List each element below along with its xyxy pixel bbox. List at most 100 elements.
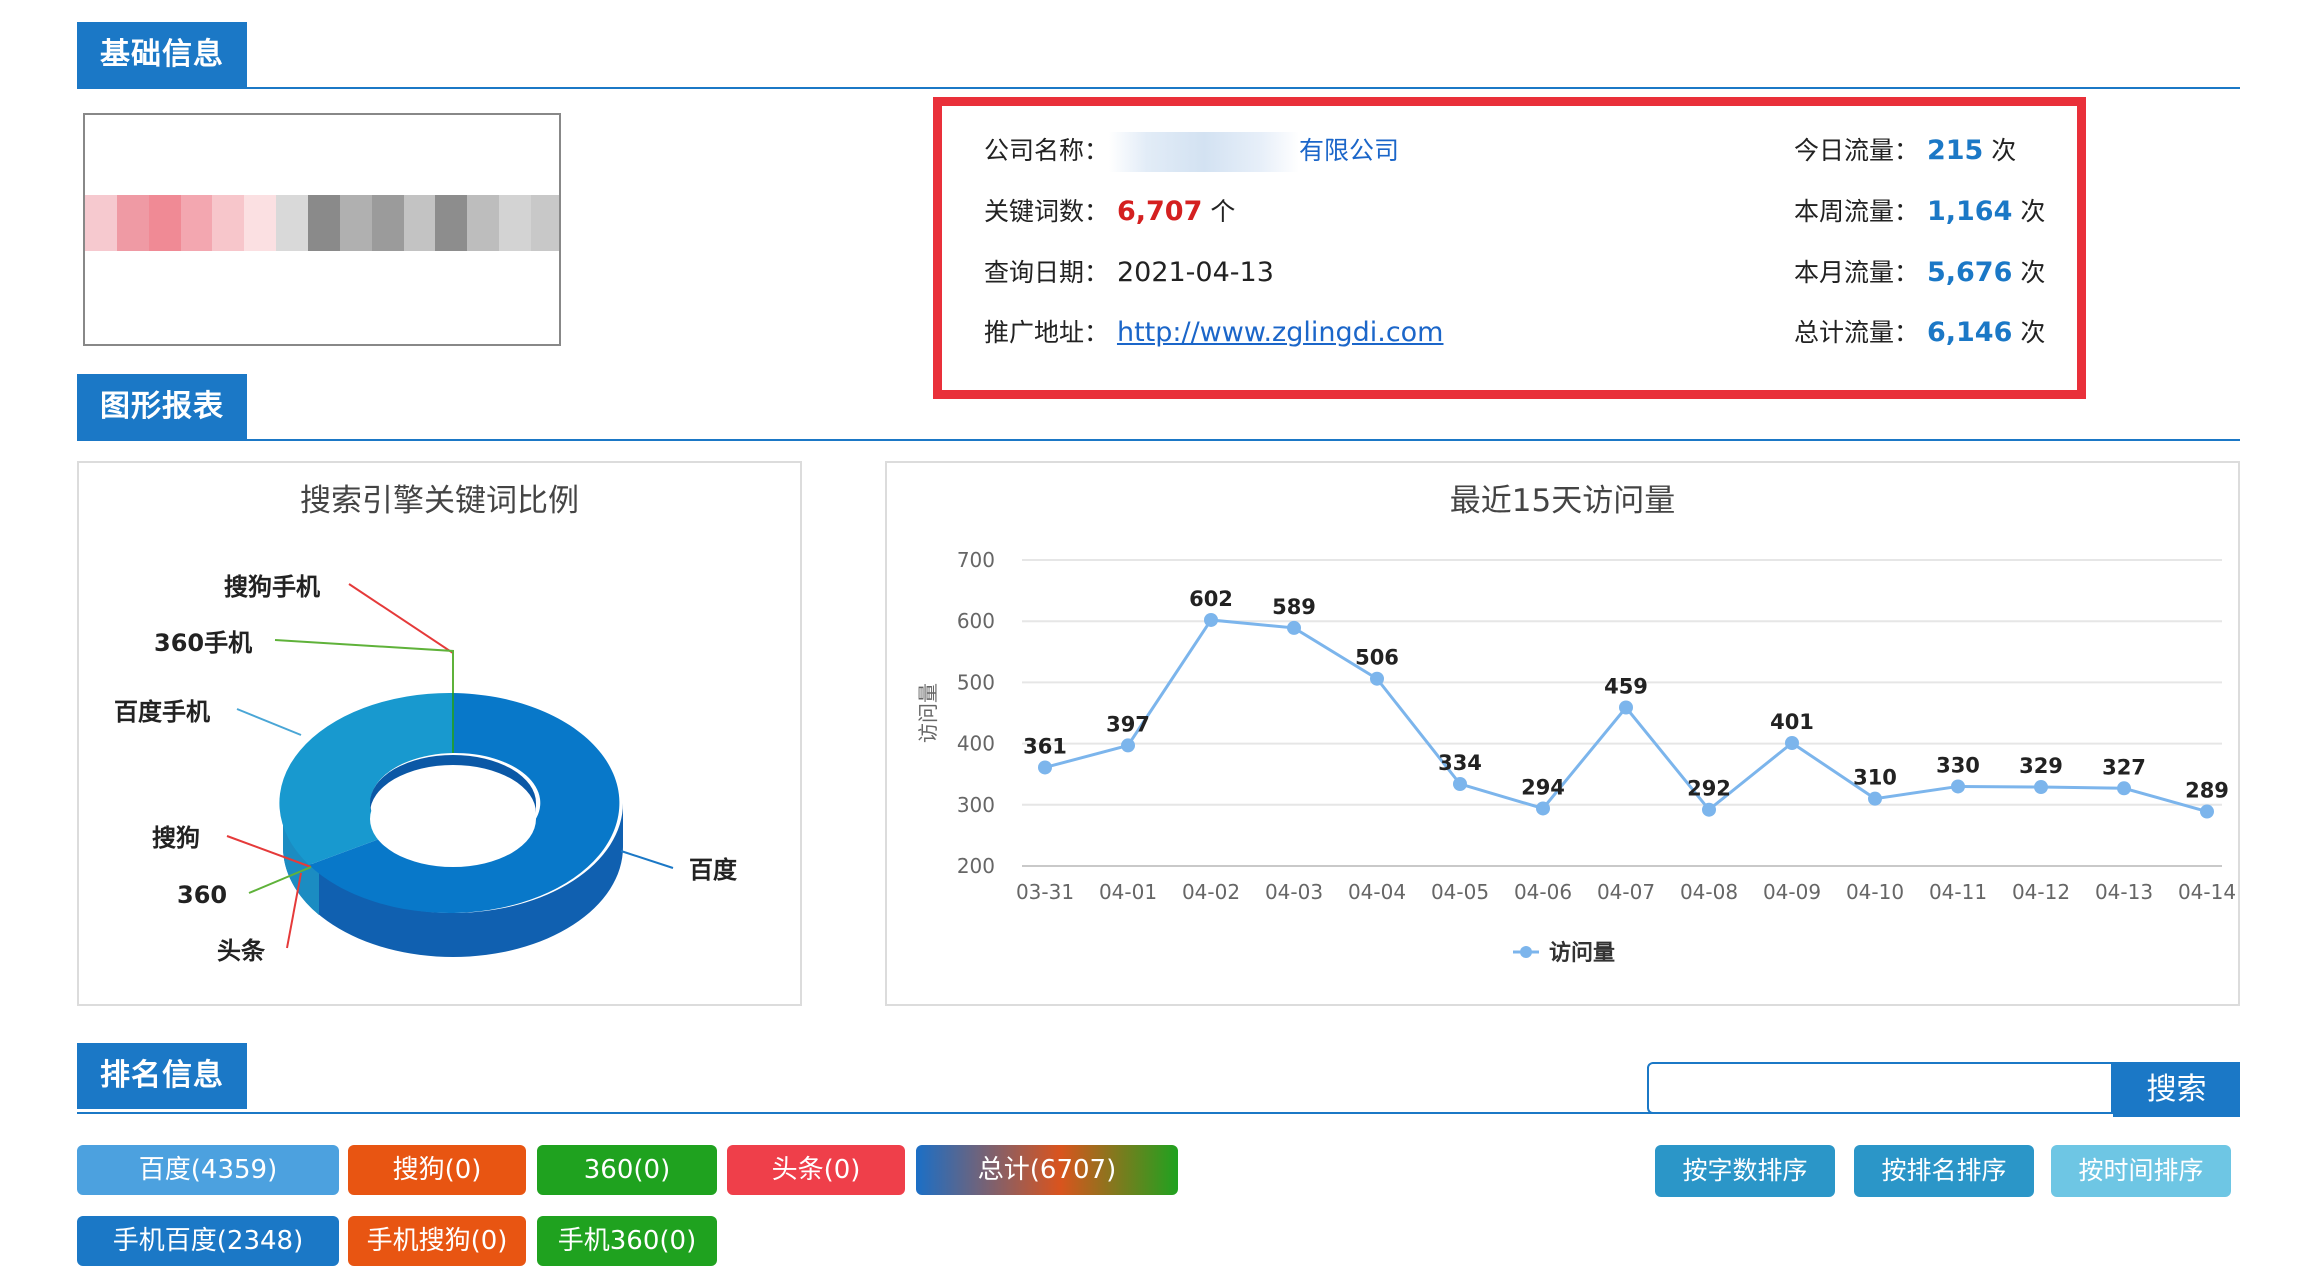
y-tick-label: 200	[957, 854, 995, 878]
data-label: 334	[1438, 751, 1482, 775]
today-traffic-value: 215	[1926, 135, 1984, 166]
pie-label-360: 360	[177, 881, 227, 909]
data-point[interactable]	[1536, 801, 1550, 816]
data-point[interactable]	[1785, 735, 1799, 750]
x-tick-label: 04-12	[2012, 880, 2070, 904]
company-name-blurred	[1109, 132, 1300, 172]
line-chart-panel: 最近15天访问量 200 300 400 500 600 700 03-31 04-01 04…	[885, 461, 2240, 1006]
x-tick-label: 04-04	[1348, 880, 1406, 904]
section-tab-basic-info: 基础信息	[77, 22, 247, 88]
data-point[interactable]	[1287, 620, 1301, 635]
filter-button-baidu-mobile[interactable]: 手机百度(2348)	[77, 1216, 339, 1266]
filter-button-baidu[interactable]: 百度(4359)	[77, 1145, 339, 1195]
data-label: 330	[1936, 753, 1980, 777]
data-point[interactable]	[1038, 760, 1052, 775]
y-tick-label: 300	[957, 793, 995, 817]
pie-label-sogou-mobile: 搜狗手机	[224, 573, 320, 601]
filter-button-toutiao[interactable]: 头条(0)	[727, 1145, 905, 1195]
x-tick-label: 04-05	[1431, 880, 1489, 904]
section-divider	[77, 439, 2240, 441]
company-name-row: 公司名称： 有限公司	[984, 131, 1399, 172]
leader-line-baidu	[620, 850, 674, 869]
month-traffic-value: 5,676	[1926, 257, 2013, 288]
filter-button-total[interactable]: 总计(6707)	[916, 1145, 1178, 1195]
month-traffic-unit: 次	[2020, 258, 2046, 287]
y-tick-label: 600	[957, 609, 995, 633]
x-tick-label: 04-11	[1929, 880, 1987, 904]
x-tick-label: 04-07	[1597, 880, 1655, 904]
data-point[interactable]	[2200, 804, 2214, 819]
section-tab-ranking: 排名信息	[77, 1043, 247, 1109]
data-point[interactable]	[1868, 791, 1882, 806]
filter-button-sogou[interactable]: 搜狗(0)	[348, 1145, 526, 1195]
today-traffic-unit: 次	[1991, 136, 2017, 165]
leader-line-360-mobile	[274, 639, 454, 693]
promo-url-row: 推广地址： http://www.zglingdi.com	[984, 313, 1444, 349]
x-tick-label: 04-02	[1182, 880, 1240, 904]
x-tick-label: 04-14	[2178, 880, 2236, 904]
keyword-count-value: 6,707	[1116, 196, 1203, 227]
month-traffic-label: 本月流量：	[1794, 258, 1920, 287]
y-tick-label: 500	[957, 670, 995, 694]
pie-chart-panel: 搜索引擎关键词比例 搜狗手机 360手机 百度手机 搜狗 360 头条 百度	[77, 461, 802, 1006]
logo-blurred-image	[85, 195, 559, 251]
total-traffic-unit: 次	[2020, 318, 2046, 347]
x-tick-label: 04-10	[1846, 880, 1904, 904]
x-tick-label: 03-31	[1016, 880, 1074, 904]
pie-label-baidu-mobile: 百度手机	[114, 698, 210, 726]
legend-marker	[1520, 946, 1532, 958]
filter-button-360-mobile[interactable]: 手机360(0)	[537, 1216, 717, 1266]
promo-url-link[interactable]: http://www.zglingdi.com	[1117, 317, 1444, 348]
company-name-value: 有限公司	[1299, 136, 1400, 165]
data-point[interactable]	[2034, 780, 2048, 795]
pie-chart-svg: 搜狗手机 360手机 百度手机 搜狗 360 头条 百度	[114, 573, 738, 965]
x-tick-label: 04-06	[1514, 880, 1572, 904]
keyword-count-row: 关键词数： 6,707 个	[984, 192, 1235, 228]
sort-by-rank-button[interactable]: 按排名排序	[1854, 1145, 2034, 1197]
week-traffic-row: 本周流量： 1,164 次	[1794, 192, 2045, 228]
x-tick-label: 04-13	[2095, 880, 2153, 904]
company-name-label: 公司名称：	[984, 136, 1110, 165]
total-traffic-label: 总计流量：	[1794, 318, 1920, 347]
month-traffic-row: 本月流量： 5,676 次	[1794, 253, 2045, 289]
legend-label-visits[interactable]: 访问量	[1549, 940, 1615, 966]
data-point[interactable]	[1453, 776, 1467, 791]
section-tab-charts: 图形报表	[77, 374, 247, 440]
line-chart-svg: 200 300 400 500 600 700 03-31 04-01 04-02 04-03 0…	[916, 548, 2236, 966]
data-point[interactable]	[2117, 781, 2131, 796]
pie-label-baidu: 百度	[689, 856, 738, 884]
data-point[interactable]	[1951, 779, 1965, 794]
today-traffic-row: 今日流量： 215 次	[1794, 131, 2016, 167]
data-label: 459	[1604, 674, 1648, 698]
data-label: 310	[1853, 766, 1897, 790]
filter-button-sogou-mobile[interactable]: 手机搜狗(0)	[348, 1216, 526, 1266]
company-logo	[83, 113, 561, 346]
series-line-visits	[1044, 618, 2208, 813]
x-tick-label: 04-01	[1099, 880, 1157, 904]
search-button[interactable]: 搜索	[2113, 1062, 2240, 1117]
pie-label-360-mobile: 360手机	[154, 629, 252, 657]
ranking-search-input[interactable]	[1647, 1062, 2113, 1114]
y-axis-label: 访问量	[916, 683, 940, 743]
sort-by-time-button[interactable]: 按时间排序	[2051, 1145, 2231, 1197]
filter-button-360[interactable]: 360(0)	[537, 1145, 717, 1195]
section-divider	[77, 87, 2240, 89]
total-traffic-value: 6,146	[1926, 317, 2013, 348]
data-label: 292	[1687, 777, 1731, 801]
data-point[interactable]	[1121, 738, 1135, 753]
data-label: 327	[2102, 755, 2146, 779]
data-label: 602	[1189, 587, 1233, 611]
data-point[interactable]	[1619, 700, 1633, 715]
query-date-value: 2021-04-13	[1116, 257, 1274, 288]
keyword-count-label: 关键词数：	[984, 197, 1110, 226]
data-point[interactable]	[1702, 802, 1716, 817]
data-label: 329	[2019, 754, 2063, 778]
data-point[interactable]	[1204, 612, 1218, 627]
query-date-row: 查询日期： 2021-04-13	[984, 253, 1274, 289]
leader-line-sogou-mobile	[348, 583, 454, 693]
y-tick-label: 700	[957, 548, 995, 572]
data-point[interactable]	[1370, 671, 1384, 686]
sort-by-length-button[interactable]: 按字数排序	[1655, 1145, 1835, 1197]
today-traffic-label: 今日流量：	[1794, 136, 1920, 165]
data-label: 589	[1272, 595, 1316, 619]
